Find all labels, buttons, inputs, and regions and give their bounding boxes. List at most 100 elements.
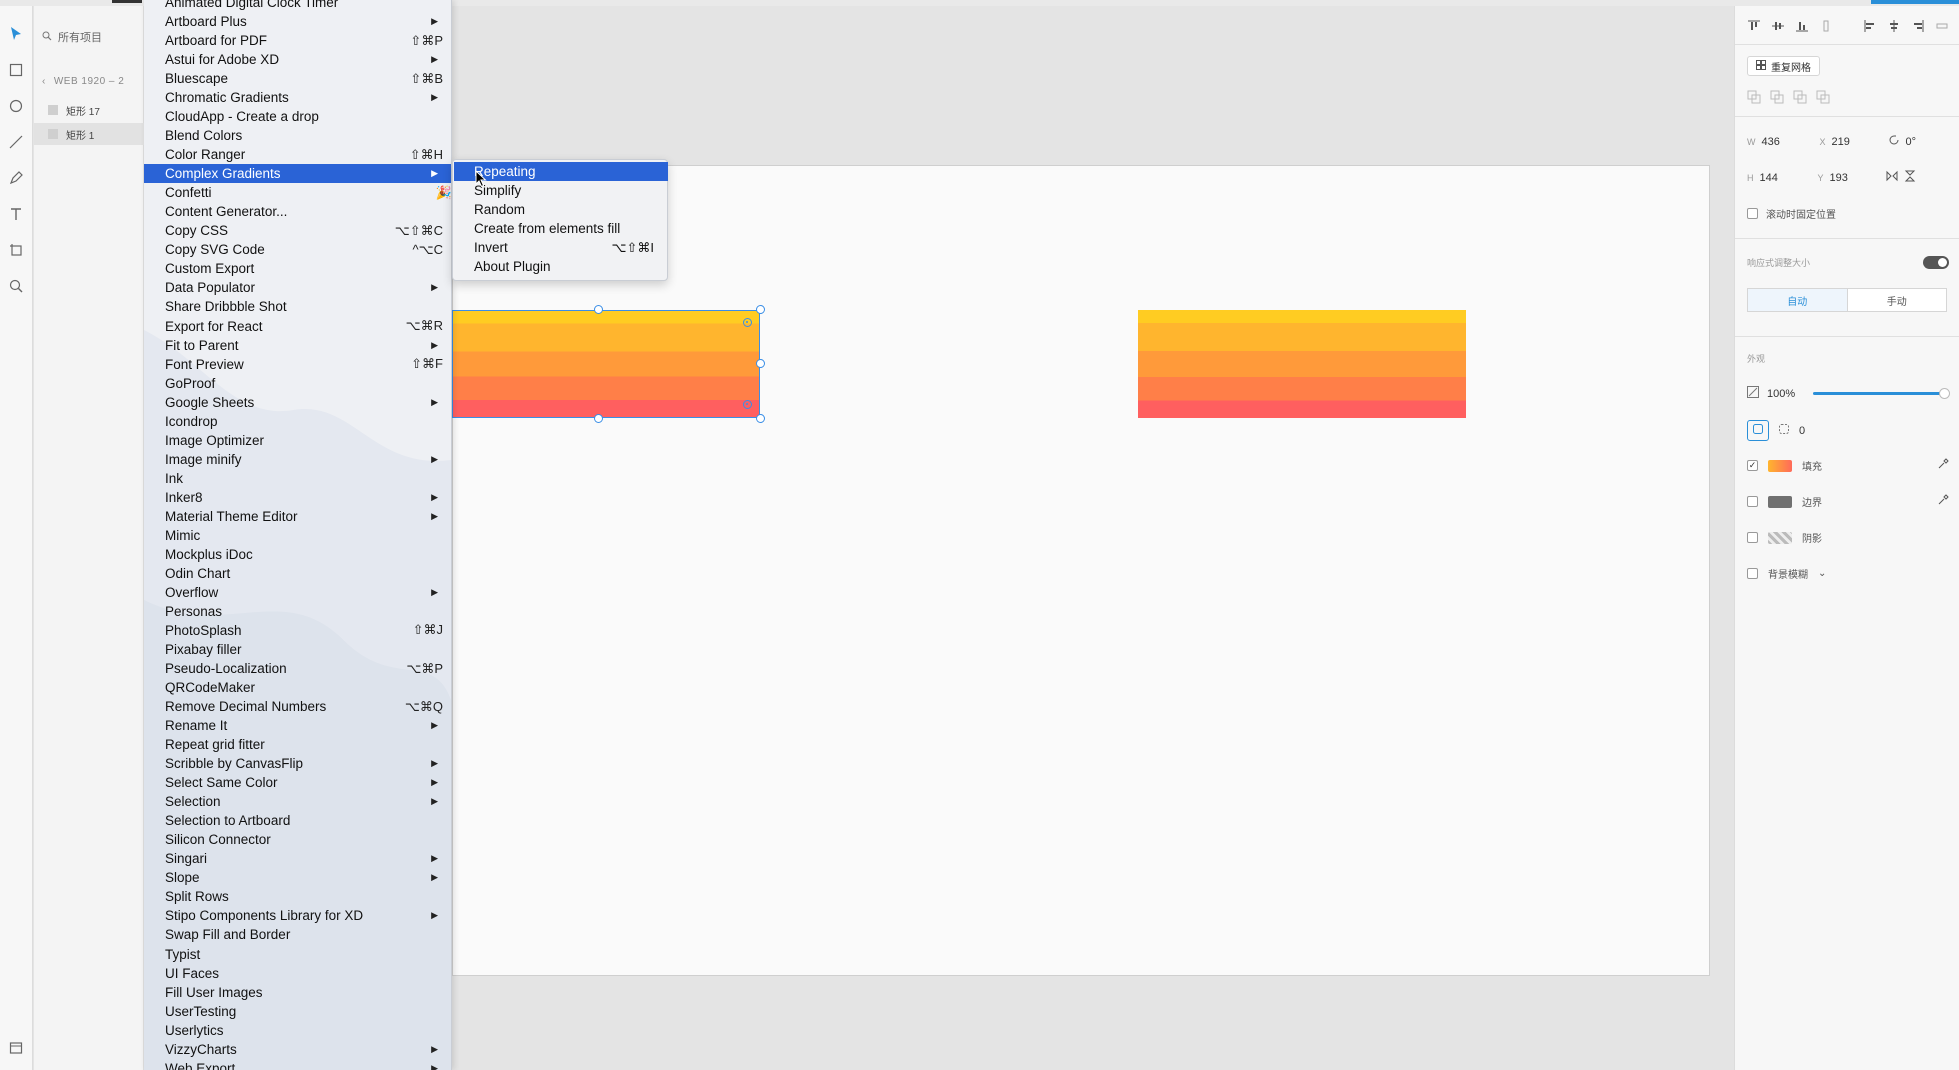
corner-individual-icon[interactable] — [1779, 424, 1789, 437]
gradient-rectangle[interactable] — [1138, 310, 1466, 418]
chevron-down-icon[interactable]: ⌄ — [1818, 568, 1826, 579]
line-tool-icon[interactable] — [4, 130, 28, 154]
menu-item[interactable]: GoProof — [144, 374, 451, 393]
repeat-grid-button[interactable]: 重复网格 — [1747, 56, 1820, 76]
shadow-swatch[interactable] — [1768, 531, 1792, 544]
menu-item[interactable]: Personas — [144, 602, 451, 621]
menu-item[interactable]: Web Export ▶ — [144, 1059, 451, 1070]
menu-item[interactable]: Share Dribbble Shot — [144, 297, 451, 316]
ellipse-tool-icon[interactable] — [4, 94, 28, 118]
resize-handle[interactable] — [756, 305, 765, 314]
menu-item[interactable]: Inker8 ▶ — [144, 488, 451, 507]
union-icon[interactable] — [1747, 90, 1761, 107]
menu-item[interactable]: Custom Export — [144, 259, 451, 278]
border-swatch[interactable] — [1768, 495, 1792, 508]
menu-item[interactable]: Pixabay filler — [144, 640, 451, 659]
align-right-icon[interactable] — [1909, 18, 1927, 34]
menu-item[interactable]: CloudApp - Create a drop — [144, 107, 451, 126]
layer-item[interactable]: 矩形 17 — [34, 99, 144, 121]
menu-item[interactable]: Odin Chart — [144, 564, 451, 583]
submenu-item[interactable]: Random — [454, 200, 668, 219]
menu-item[interactable]: Artboard Plus ▶ — [144, 12, 451, 31]
artboard[interactable] — [452, 165, 1710, 976]
align-top-icon[interactable] — [1745, 18, 1763, 34]
align-center-icon[interactable] — [1885, 18, 1903, 34]
menu-item[interactable]: Overflow ▶ — [144, 583, 451, 602]
menu-item[interactable]: Font Preview ⇧⌘F — [144, 355, 451, 374]
menu-item[interactable]: Selection to Artboard — [144, 811, 451, 830]
menu-item[interactable]: Scribble by CanvasFlip ▶ — [144, 754, 451, 773]
menu-item[interactable]: Pseudo-Localization ⌥⌘P — [144, 659, 451, 678]
menu-item[interactable]: Repeat grid fitter — [144, 735, 451, 754]
flip-horizontal-icon[interactable] — [1886, 170, 1898, 185]
menu-item[interactable]: Singari ▶ — [144, 849, 451, 868]
menu-item[interactable]: Typist — [144, 945, 451, 964]
exclude-icon[interactable] — [1816, 90, 1830, 107]
corner-radius-input[interactable]: 0 — [1799, 425, 1805, 437]
menu-item[interactable]: Stipo Components Library for XD ▶ — [144, 906, 451, 925]
menu-item[interactable]: Selection ▶ — [144, 792, 451, 811]
menu-item[interactable]: Material Theme Editor ▶ — [144, 507, 451, 526]
width-input[interactable]: 436 — [1762, 136, 1814, 148]
menu-item[interactable]: Userlytics — [144, 1021, 451, 1040]
manual-mode-button[interactable]: 手动 — [1848, 289, 1947, 311]
intersect-icon[interactable] — [1793, 90, 1807, 107]
opacity-value[interactable]: 100% — [1767, 388, 1795, 400]
submenu-item[interactable]: About Plugin — [454, 257, 668, 276]
x-input[interactable]: 219 — [1832, 136, 1882, 148]
eyedropper-icon[interactable] — [1937, 494, 1949, 509]
menu-item[interactable]: Artboard for PDF ⇧⌘P — [144, 31, 451, 50]
menu-item[interactable]: Chromatic Gradients ▶ — [144, 88, 451, 107]
align-middle-icon[interactable] — [1769, 18, 1787, 34]
text-tool-icon[interactable] — [4, 202, 28, 226]
shadow-checkbox[interactable] — [1747, 532, 1758, 543]
corner-radius-handle[interactable] — [743, 400, 752, 409]
menu-item[interactable]: Swap Fill and Border — [144, 925, 451, 944]
responsive-resize-toggle[interactable] — [1923, 256, 1949, 269]
submenu-item[interactable]: Create from elements fill — [454, 219, 668, 238]
menu-item[interactable]: VizzyCharts ▶ — [144, 1040, 451, 1059]
border-checkbox[interactable] — [1747, 496, 1758, 507]
menu-item[interactable]: Complex Gradients ▶ — [144, 164, 451, 184]
menu-item[interactable]: Bluescape ⇧⌘B — [144, 69, 451, 88]
zoom-tool-icon[interactable] — [4, 274, 28, 298]
pen-tool-icon[interactable] — [4, 166, 28, 190]
menu-item[interactable]: Ink — [144, 469, 451, 488]
resize-handle[interactable] — [756, 414, 765, 423]
menu-item[interactable]: UserTesting — [144, 1002, 451, 1021]
menu-item[interactable]: Confetti 🎉 — [144, 183, 451, 202]
fix-position-checkbox[interactable] — [1747, 208, 1758, 219]
menu-item[interactable]: Mockplus iDoc — [144, 545, 451, 564]
menu-item[interactable]: Remove Decimal Numbers ⌥⌘Q — [144, 697, 451, 716]
height-input[interactable]: 144 — [1760, 172, 1812, 184]
menu-item[interactable]: Image Optimizer — [144, 431, 451, 450]
menu-item[interactable]: Rename It ▶ — [144, 716, 451, 735]
flip-vertical-icon[interactable] — [1904, 170, 1916, 185]
menu-item[interactable]: Data Populator ▶ — [144, 278, 451, 297]
fill-swatch[interactable] — [1768, 459, 1792, 472]
y-input[interactable]: 193 — [1830, 172, 1880, 184]
distribute-vertical-icon[interactable] — [1817, 18, 1835, 34]
corner-radius-handle[interactable] — [743, 318, 752, 327]
menu-item[interactable]: Blend Colors — [144, 126, 451, 145]
menu-item[interactable]: Silicon Connector — [144, 830, 451, 849]
submenu-item[interactable]: Invert ⌥⇧⌘I — [454, 238, 668, 257]
resize-handle[interactable] — [594, 305, 603, 314]
align-left-icon[interactable] — [1861, 18, 1879, 34]
menu-item[interactable]: Fill User Images — [144, 983, 451, 1002]
resize-handle[interactable] — [594, 414, 603, 423]
menu-item[interactable]: Animated Digital Clock Timer — [144, 0, 451, 12]
rotation-input[interactable]: 0° — [1906, 136, 1917, 148]
menu-item[interactable]: Color Ranger ⇧⌘H — [144, 145, 451, 164]
layers-search[interactable]: 所有项目 — [42, 26, 138, 48]
menu-item[interactable]: Google Sheets ▶ — [144, 393, 451, 412]
corner-uniform-icon[interactable] — [1747, 420, 1769, 441]
chevron-left-icon[interactable]: ‹ — [42, 76, 46, 87]
fill-checkbox[interactable]: ✓ — [1747, 460, 1758, 471]
menu-item[interactable]: QRCodeMaker — [144, 678, 451, 697]
menu-item[interactable]: Image minify ▶ — [144, 450, 451, 469]
bg-blur-checkbox[interactable] — [1747, 568, 1758, 579]
menu-item[interactable]: Copy CSS ⌥⇧⌘C — [144, 221, 451, 240]
menu-item[interactable]: Slope ▶ — [144, 868, 451, 887]
artboard-tool-icon[interactable] — [4, 238, 28, 262]
